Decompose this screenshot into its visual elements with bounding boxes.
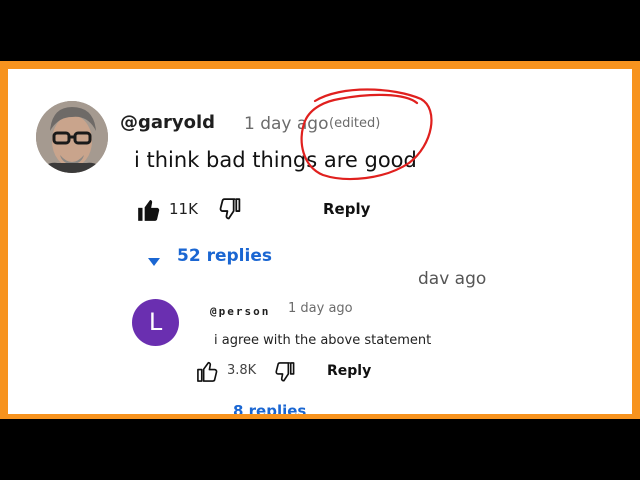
reply-reply-button[interactable]: Reply — [327, 363, 371, 379]
overlap-timestamp: dav ago — [418, 269, 487, 289]
dislike-icon[interactable] — [217, 197, 242, 226]
replies-link[interactable]: 52 replies — [177, 246, 272, 266]
reply-like-count: 3.8K — [227, 363, 257, 378]
comment-panel: @garyold 1 day ago (edited) i think bad … — [8, 69, 632, 414]
reply-author[interactable]: @person — [210, 305, 270, 318]
reply-text: i agree with the above statement — [214, 333, 432, 348]
reply-avatar[interactable]: L — [132, 299, 179, 346]
reply-replies-link[interactable]: 8 replies — [233, 402, 306, 414]
comment-author[interactable]: @garyold — [120, 112, 215, 133]
avatar[interactable] — [36, 101, 108, 173]
reply-timestamp[interactable]: 1 day ago — [288, 301, 353, 316]
reply-like-icon[interactable] — [196, 360, 219, 387]
reply-caret-icon[interactable] — [206, 407, 218, 414]
annotation-circle — [300, 88, 433, 181]
reply-dislike-icon[interactable] — [273, 361, 296, 388]
caret-down-icon[interactable] — [147, 252, 161, 271]
like-icon[interactable] — [136, 197, 162, 227]
like-count: 11K — [169, 200, 198, 218]
reply-button[interactable]: Reply — [323, 200, 370, 218]
